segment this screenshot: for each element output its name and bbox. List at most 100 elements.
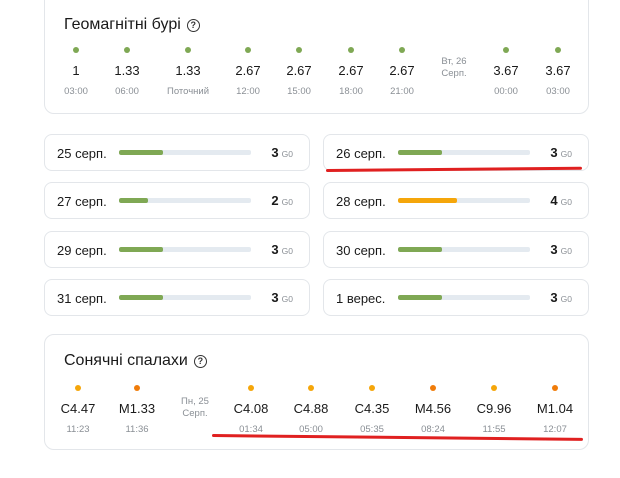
flare-time: 05:35 — [360, 424, 384, 435]
flare-entry: C4.88 05:00 — [276, 385, 346, 435]
forecast-day[interactable]: 29 серп. 3 G0 — [44, 231, 310, 268]
status-dot — [245, 47, 251, 53]
flare-time: 11:55 — [482, 424, 506, 435]
kp-time: 21:00 — [390, 86, 414, 97]
kp-bar — [119, 198, 251, 203]
forecast-date: 25 серп. — [57, 146, 107, 161]
forecast-kp: 4 G0 — [550, 193, 572, 208]
status-dot — [430, 385, 436, 391]
kp-bar — [398, 247, 530, 252]
forecast-kp: 3 G0 — [271, 290, 293, 305]
status-dot — [308, 385, 314, 391]
day-marker-weekday: Пн, 25 — [181, 396, 209, 407]
status-dot — [185, 47, 191, 53]
forecast-kp-unit: G0 — [560, 197, 572, 207]
forecast-kp-value: 4 — [550, 193, 558, 208]
forecast-date: 29 серп. — [57, 243, 107, 258]
forecast-kp-value: 3 — [271, 145, 279, 160]
forecast-date: 26 серп. — [336, 146, 386, 161]
forecast-kp-unit: G0 — [281, 197, 293, 207]
forecast-kp-unit: G0 — [560, 246, 572, 256]
status-dot — [134, 385, 140, 391]
flare-time: 11:36 — [125, 424, 149, 435]
kp-bar-fill — [398, 295, 442, 300]
day-marker-month: Серп. — [182, 408, 208, 419]
forecast-kp-unit: G0 — [560, 294, 572, 304]
kp-bar — [119, 150, 251, 155]
status-dot — [348, 47, 354, 53]
flare-time: 08:24 — [421, 424, 445, 435]
flare-entry: C9.96 11:55 — [459, 385, 529, 435]
flare-class: C9.96 — [476, 401, 512, 416]
flare-entry: C4.35 05:35 — [337, 385, 407, 435]
forecast-date: 31 серп. — [57, 291, 107, 306]
flare-entry: M1.04 12:07 — [520, 385, 590, 435]
forecast-date: 1 верес. — [336, 291, 386, 306]
kp-bar — [119, 295, 251, 300]
kp-bar-fill — [119, 150, 163, 155]
forecast-kp: 3 G0 — [271, 242, 293, 257]
flares-title: Сонячні спалахи ? — [64, 352, 207, 370]
storm-entry: 1.33 06:00 — [92, 47, 162, 97]
forecast-kp-value: 3 — [550, 145, 558, 160]
flare-entry: M4.56 08:24 — [398, 385, 468, 435]
forecast-kp-unit: G0 — [281, 246, 293, 256]
kp-bar — [398, 198, 530, 203]
forecast-day[interactable]: 25 серп. 3 G0 — [44, 134, 310, 171]
forecast-kp: 3 G0 — [550, 145, 572, 160]
storms-title: Геомагнітні бурі ? — [64, 16, 200, 34]
day-marker: Вт, 26 Серп. — [419, 56, 489, 80]
geomagnetic-storms-card: Геомагнітні бурі ? 1 03:00 1.33 06:00 1.33 По… — [44, 0, 589, 114]
status-dot — [75, 385, 81, 391]
forecast-kp-value: 2 — [271, 193, 279, 208]
forecast-kp: 2 G0 — [271, 193, 293, 208]
forecast-kp-value: 3 — [271, 242, 279, 257]
day-marker-weekday: Вт, 26 — [441, 56, 467, 67]
kp-time: 03:00 — [546, 86, 570, 97]
forecast-kp: 3 G0 — [271, 145, 293, 160]
question-circle-icon[interactable]: ? — [193, 354, 207, 368]
forecast-kp-unit: G0 — [281, 294, 293, 304]
forecast-day[interactable]: 1 верес. 3 G0 — [323, 279, 589, 316]
status-dot — [552, 385, 558, 391]
day-marker: Пн, 25 Серп. — [160, 396, 230, 420]
kp-time: 06:00 — [115, 86, 139, 97]
forecast-kp-value: 3 — [550, 242, 558, 257]
status-dot — [503, 47, 509, 53]
forecast-kp: 3 G0 — [550, 290, 572, 305]
flare-class: M1.04 — [536, 401, 574, 416]
forecast-day[interactable]: 26 серп. 3 G0 — [323, 134, 589, 171]
forecast-kp-unit: G0 — [560, 149, 572, 159]
forecast-date: 27 серп. — [57, 194, 107, 209]
status-dot — [369, 385, 375, 391]
flare-class: M4.56 — [414, 401, 452, 416]
forecast-day[interactable]: 31 серп. 3 G0 — [44, 279, 310, 316]
forecast-day[interactable]: 28 серп. 4 G0 — [323, 182, 589, 219]
forecast-kp-unit: G0 — [281, 149, 293, 159]
kp-bar-fill — [398, 198, 457, 203]
forecast-kp-value: 3 — [271, 290, 279, 305]
status-dot — [73, 47, 79, 53]
kp-bar-fill — [119, 247, 163, 252]
status-dot — [124, 47, 130, 53]
flare-class: C4.88 — [293, 401, 329, 416]
status-dot — [248, 385, 254, 391]
question-circle-icon[interactable]: ? — [186, 18, 200, 32]
kp-value: 1.33 — [114, 63, 140, 78]
flare-time: 12:07 — [543, 424, 567, 435]
solar-flares-card: Сонячні спалахи ? C4.47 11:23 M1.33 11:36 C4… — [44, 334, 589, 450]
forecast-day[interactable]: 27 серп. 2 G0 — [44, 182, 310, 219]
kp-bar — [119, 247, 251, 252]
storm-entry: 3.67 03:00 — [523, 47, 593, 97]
status-dot — [399, 47, 405, 53]
kp-bar-fill — [119, 198, 149, 203]
flare-class: C4.35 — [354, 401, 390, 416]
forecast-kp: 3 G0 — [550, 242, 572, 257]
forecast-kp-value: 3 — [550, 290, 558, 305]
day-marker-month: Серп. — [441, 68, 467, 79]
storms-title-text: Геомагнітні бурі — [64, 16, 181, 33]
forecast-date: 28 серп. — [336, 194, 386, 209]
forecast-date: 30 серп. — [336, 243, 386, 258]
kp-bar-fill — [398, 247, 442, 252]
forecast-day[interactable]: 30 серп. 3 G0 — [323, 231, 589, 268]
